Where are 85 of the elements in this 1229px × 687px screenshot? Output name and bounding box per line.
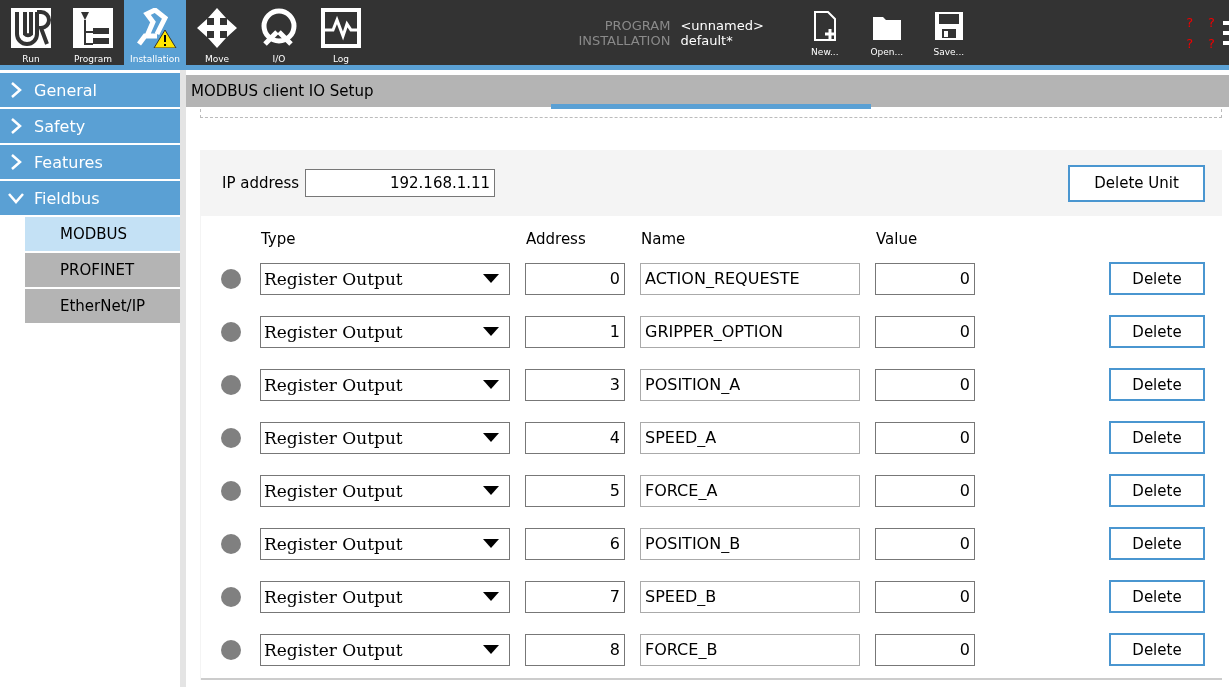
value-field[interactable]: 0 <box>875 315 975 348</box>
toolbar-tab[interactable]: I/O <box>248 0 310 65</box>
ip-address-field[interactable]: 192.168.1.11 <box>305 169 496 197</box>
type-dropdown[interactable]: Register Output <box>260 315 510 348</box>
dropdown-caret-icon <box>483 592 499 601</box>
dropdown-caret-icon <box>483 380 499 389</box>
column-header: Type <box>261 230 297 248</box>
file-button[interactable]: New... <box>793 0 856 65</box>
column-header: Name <box>641 230 687 248</box>
delete-button[interactable]: Delete <box>1109 580 1205 613</box>
address-field[interactable]: 6 <box>525 527 625 560</box>
program-label: PROGRAM <box>603 17 671 33</box>
value-field[interactable]: 0 <box>875 262 975 295</box>
type-dropdown[interactable]: Register Output <box>260 368 510 401</box>
type-dropdown[interactable]: Register Output <box>260 580 510 613</box>
address-field[interactable]: 3 <box>525 368 625 401</box>
name-field[interactable]: FORCE_A <box>640 474 860 507</box>
new-file-icon <box>812 11 837 41</box>
column-header: Address <box>526 230 587 248</box>
delete-button[interactable]: Delete <box>1109 474 1205 507</box>
delete-button[interactable]: Delete <box>1109 368 1205 401</box>
program-name: <unnamed> <box>680 17 764 33</box>
status-dot <box>221 586 241 607</box>
status-dot <box>221 427 241 448</box>
status-dot <box>221 480 241 501</box>
toolbar-tab[interactable]: Run <box>0 0 62 65</box>
column-header: Value <box>876 230 918 248</box>
sidebar-subitem[interactable]: MODBUS <box>25 217 180 251</box>
toolbar-tab[interactable]: Move <box>186 0 248 65</box>
delete-unit-button[interactable]: Delete Unit <box>1068 164 1205 202</box>
io-circle-icon <box>259 8 299 48</box>
name-field[interactable]: FORCE_B <box>640 633 860 666</box>
dropdown-caret-icon <box>483 327 499 336</box>
value-field[interactable]: 0 <box>875 633 975 666</box>
dropdown-caret-icon <box>483 274 499 283</box>
address-field[interactable]: 0 <box>525 262 625 295</box>
installation-label: INSTALLATION <box>578 32 671 48</box>
type-dropdown[interactable]: Register Output <box>260 474 510 507</box>
type-dropdown[interactable]: Register Output <box>260 527 510 560</box>
value-field[interactable]: 0 <box>875 368 975 401</box>
type-dropdown[interactable]: Register Output <box>260 421 510 454</box>
address-field[interactable]: 8 <box>525 633 625 666</box>
delete-button[interactable]: Delete <box>1109 262 1205 295</box>
status-dot <box>221 321 241 342</box>
address-field[interactable]: 1 <box>525 315 625 348</box>
value-field[interactable]: 0 <box>875 527 975 560</box>
delete-button[interactable]: Delete <box>1109 633 1205 666</box>
name-field[interactable]: POSITION_A <box>640 368 860 401</box>
address-field[interactable]: 4 <box>525 421 625 454</box>
value-field[interactable]: 0 <box>875 474 975 507</box>
name-field[interactable]: POSITION_B <box>640 527 860 560</box>
type-dropdown[interactable]: Register Output <box>260 262 510 295</box>
panel-title: MODBUS client IO Setup <box>186 75 1229 107</box>
address-field[interactable]: 5 <box>525 474 625 507</box>
logo-icon <box>11 8 51 48</box>
dropdown-caret-icon <box>483 645 499 654</box>
status-dot <box>221 268 241 289</box>
type-dropdown[interactable]: Register Output <box>260 633 510 666</box>
dropdown-caret-icon <box>483 539 499 548</box>
sidebar-subitem[interactable]: PROFINET <box>25 253 180 287</box>
delete-button[interactable]: Delete <box>1109 421 1205 454</box>
delete-button[interactable]: Delete <box>1109 315 1205 348</box>
move-arrows-icon <box>197 8 237 48</box>
file-button[interactable]: Save... <box>917 0 980 65</box>
value-field[interactable]: 0 <box>875 580 975 613</box>
ip-address-label: IP address <box>222 174 300 192</box>
name-field[interactable]: SPEED_A <box>640 421 860 454</box>
toolbar-tab[interactable]: Log <box>310 0 372 65</box>
status-dot <box>221 533 241 554</box>
dropdown-caret-icon <box>483 486 499 495</box>
delete-button[interactable]: Delete <box>1109 527 1205 560</box>
name-field[interactable]: ACTION_REQUESTE <box>640 262 860 295</box>
name-field[interactable]: GRIPPER_OPTION <box>640 315 860 348</box>
sidebar-subitem[interactable]: EtherNet/IP <box>25 289 180 323</box>
program-tree-icon <box>73 8 113 48</box>
log-chart-icon <box>321 8 361 48</box>
installation-name: default* <box>680 32 734 48</box>
dropdown-caret-icon <box>483 433 499 442</box>
name-field[interactable]: SPEED_B <box>640 580 860 613</box>
status-dot <box>221 374 241 395</box>
value-field[interactable]: 0 <box>875 421 975 454</box>
status-dot <box>221 639 241 660</box>
address-field[interactable]: 7 <box>525 580 625 613</box>
toolbar-tab[interactable]: Program <box>62 0 124 65</box>
file-button[interactable]: Open... <box>855 0 918 65</box>
